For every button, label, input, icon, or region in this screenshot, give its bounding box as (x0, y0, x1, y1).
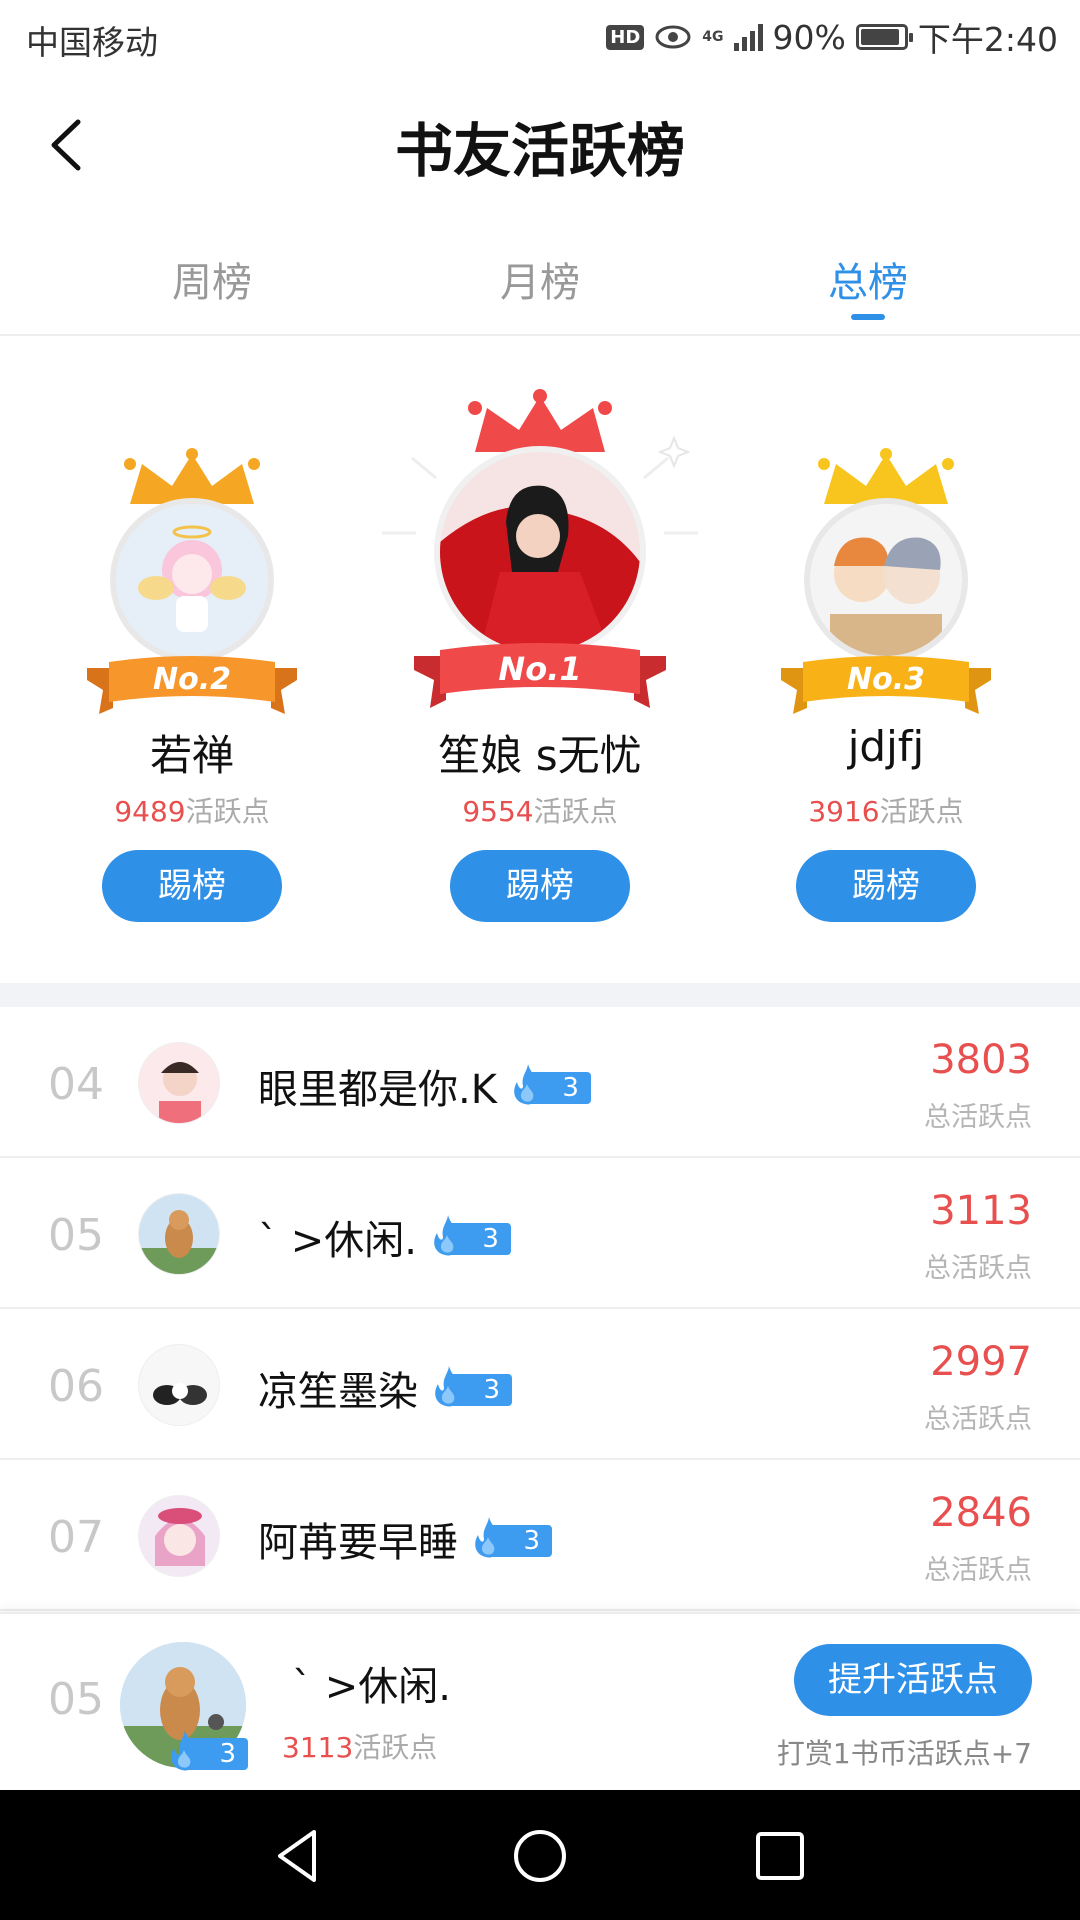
avatar-image (810, 504, 962, 656)
row-name: 眼里都是你.K (258, 1067, 497, 1113)
eye-icon (655, 25, 691, 49)
section-divider (0, 983, 1080, 1007)
avatar-image (139, 1345, 219, 1425)
network-type: 4G (702, 29, 724, 45)
tab-weekly[interactable]: 周榜 (112, 250, 312, 308)
period-tabs: 周榜 月榜 总榜 (0, 224, 1080, 336)
row-user: 眼里都是你.K 3 (258, 1057, 591, 1115)
avatar[interactable] (138, 1042, 220, 1124)
podium-points: 9554活跃点 (462, 795, 618, 828)
avatar-image (139, 1496, 219, 1576)
row-points-label: 总活跃点 (924, 1404, 1032, 1435)
row-points-label: 总活跃点 (924, 1253, 1032, 1284)
flame-icon (514, 1064, 542, 1105)
row-points: 2846 (930, 1490, 1032, 1536)
podium-first: No.1 笙娘 s无忧 9554活跃点 踢榜 (370, 338, 710, 983)
rank-label: No.3 (847, 662, 925, 697)
table-row[interactable]: 04 眼里都是你.K 3 3803 总活跃点 (0, 1007, 1080, 1158)
nav-recents-icon[interactable] (750, 1826, 810, 1886)
carrier-name: 中国移动 (26, 23, 158, 62)
avatar[interactable] (138, 1495, 220, 1577)
flame-icon (475, 1517, 503, 1558)
row-points-label: 总活跃点 (924, 1555, 1032, 1586)
kick-button[interactable]: 踢榜 (450, 850, 630, 922)
page-title: 书友活跃榜 (394, 117, 685, 185)
my-rank-number: 05 (48, 1674, 104, 1725)
row-name: 凉笙墨染 (258, 1369, 418, 1415)
row-rank: 05 (48, 1210, 104, 1261)
signal-icon (733, 23, 763, 51)
avatar[interactable] (138, 1344, 220, 1426)
rank-label: No.1 (498, 650, 582, 688)
row-user: 阿苒要早睡 3 (258, 1510, 552, 1568)
avatar[interactable] (110, 498, 274, 662)
level-badge: 3 (472, 1517, 552, 1558)
tab-monthly[interactable]: 月榜 (440, 250, 640, 308)
podium-points: 9489活跃点 (114, 795, 270, 828)
flame-icon (171, 1730, 199, 1771)
clock: 下午2:40 (917, 20, 1058, 59)
row-points: 3803 (930, 1037, 1032, 1083)
status-icons: HD 4G 90% 下午2:40 (606, 14, 1058, 60)
avatar-image (440, 452, 640, 652)
kick-button[interactable]: 踢榜 (102, 850, 282, 922)
podium: No.2 若禅 9489活跃点 踢榜 No.1 笙娘 s无忧 9554活跃点 踢… (0, 338, 1080, 983)
avatar-image (139, 1043, 219, 1123)
podium-name: 若禅 (149, 731, 234, 780)
table-row[interactable]: 07 阿苒要早睡 3 2846 总活跃点 (0, 1460, 1080, 1611)
podium-name: 笙娘 s无忧 (438, 731, 642, 780)
table-row[interactable]: 05 ˋ >休闲. 3 3113 总活跃点 (0, 1158, 1080, 1309)
podium-second: No.2 若禅 9489活跃点 踢榜 (22, 338, 362, 983)
nav-back-icon[interactable] (270, 1826, 330, 1886)
avatar[interactable] (434, 446, 646, 658)
battery-icon (855, 24, 913, 50)
crown-icon (468, 389, 612, 452)
app-header: 书友活跃榜 (0, 74, 1080, 224)
row-points: 3113 (930, 1188, 1032, 1234)
row-points-label: 总活跃点 (924, 1102, 1032, 1133)
my-name: ˋ >休闲. (292, 1664, 451, 1710)
podium-name: jdjfj (847, 722, 925, 771)
row-rank: 06 (48, 1361, 104, 1412)
level-badge: 3 (431, 1215, 511, 1256)
level-badge: 3 (168, 1730, 248, 1771)
rank-label: No.2 (153, 662, 231, 697)
row-name: ˋ >休闲. (258, 1218, 417, 1264)
row-rank: 04 (48, 1059, 104, 1110)
avatar[interactable] (804, 498, 968, 662)
status-bar: 中国移动 HD 4G 90% 下午2:40 (0, 0, 1080, 74)
my-rank-bar: 05 3 ˋ >休闲. 3113活跃点 提升活跃点 打赏1书币活跃点+7 (0, 1612, 1080, 1790)
level-badge: 3 (432, 1366, 512, 1407)
avatar-image (139, 1194, 219, 1274)
row-user: ˋ >休闲. 3 (258, 1208, 511, 1266)
rank-list: 04 眼里都是你.K 3 3803 总活跃点 05 ˋ >休闲. 3 3113 … (0, 1007, 1080, 1611)
battery-percent: 90% (772, 17, 846, 57)
tab-total[interactable]: 总榜 (768, 250, 968, 308)
podium-points: 3916活跃点 (808, 795, 964, 828)
row-name: 阿苒要早睡 (258, 1520, 458, 1566)
active-tab-indicator (851, 314, 885, 320)
podium-third: No.3 jdjfj 3916活跃点 踢榜 (716, 338, 1056, 983)
boost-activity-button[interactable]: 提升活跃点 (794, 1644, 1032, 1716)
avatar[interactable] (138, 1193, 220, 1275)
avatar-image (116, 504, 268, 656)
row-rank: 07 (48, 1512, 104, 1563)
kick-button[interactable]: 踢榜 (796, 850, 976, 922)
hd-icon: HD (606, 24, 645, 50)
row-points: 2997 (930, 1339, 1032, 1385)
level-badge: 3 (511, 1064, 591, 1105)
flame-icon (435, 1366, 463, 1407)
table-row[interactable]: 06 凉笙墨染 3 2997 总活跃点 (0, 1309, 1080, 1460)
reward-hint: 打赏1书币活跃点+7 (776, 1737, 1032, 1770)
system-nav-bar (0, 1790, 1080, 1920)
my-points: 3113活跃点 (282, 1731, 438, 1764)
row-user: 凉笙墨染 3 (258, 1359, 512, 1417)
nav-home-icon[interactable] (510, 1826, 570, 1886)
flame-icon (434, 1215, 462, 1256)
